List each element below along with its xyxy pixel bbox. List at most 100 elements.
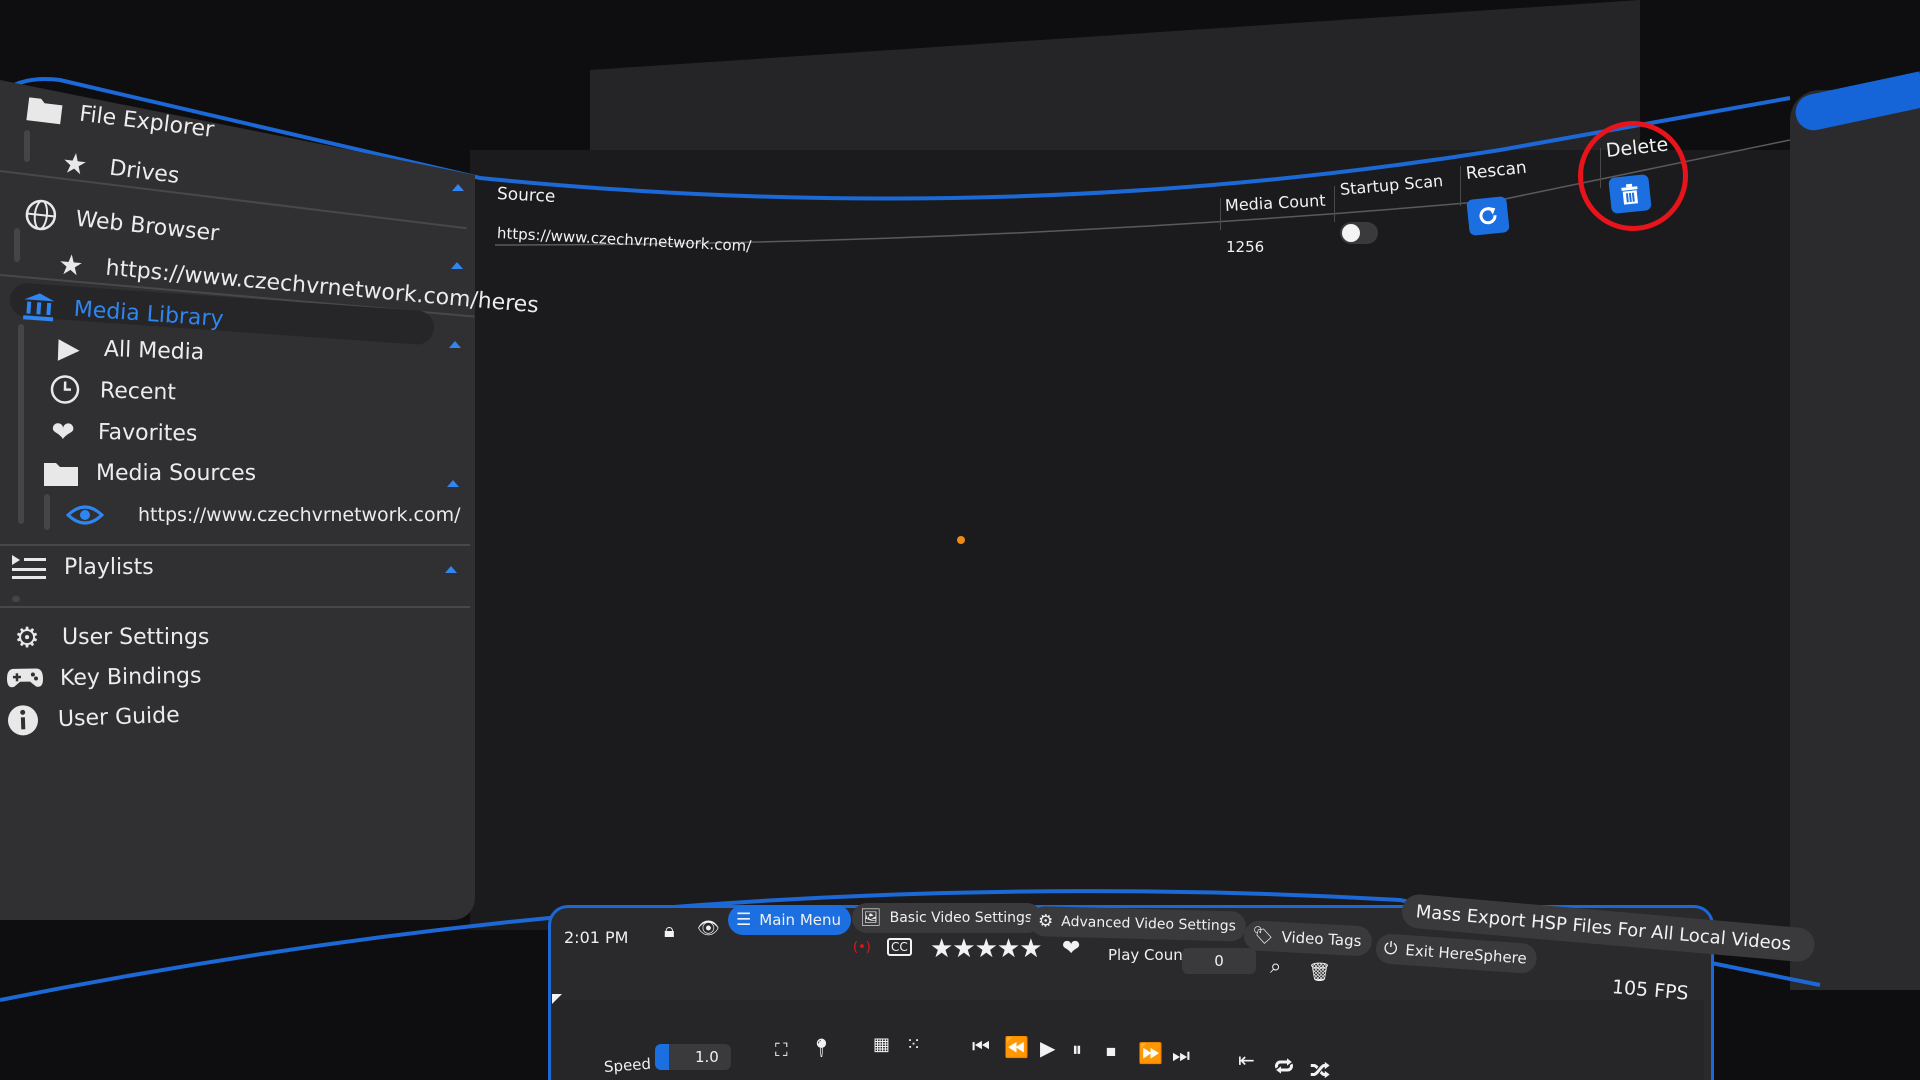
image-icon: 🖼︎: [860, 908, 882, 928]
sidebar-item-favorites[interactable]: ❤ Favorites: [44, 414, 198, 449]
tag-icon: 🏷︎: [1251, 925, 1275, 947]
tree-line: [24, 130, 30, 162]
play-count-label: Play Count: [1108, 946, 1189, 964]
sidebar-item-label: User Guide: [57, 702, 181, 732]
play-icon: ▶: [57, 330, 81, 365]
tab-label: Video Tags: [1281, 927, 1362, 951]
divider: [0, 544, 470, 546]
sidebar-item-label: Key Bindings: [59, 663, 202, 691]
tab-main-menu[interactable]: ☰ Main Menu: [728, 905, 852, 935]
startup-scan-toggle[interactable]: [1340, 222, 1378, 244]
tab-label: Basic Video Settings: [889, 910, 1033, 926]
collapse-caret-icon[interactable]: [449, 341, 461, 348]
recenter-icon[interactable]: ⛶: [775, 1040, 788, 1061]
repeat-icon[interactable]: 🔁︎: [1274, 1052, 1294, 1080]
toggle-knob: [1342, 224, 1360, 242]
location-pin-icon[interactable]: 📍︎: [810, 1038, 833, 1059]
closed-captions-icon[interactable]: CC: [887, 938, 912, 956]
dots-grid-icon[interactable]: ⁙: [906, 1034, 921, 1055]
collapse-caret-icon[interactable]: [445, 566, 457, 573]
rescan-button[interactable]: [1466, 196, 1510, 236]
library-icon: [19, 290, 59, 323]
clock: 2:01 PM: [564, 928, 629, 947]
star-icon: ★: [60, 145, 90, 182]
info-icon: [3, 705, 42, 736]
ab-loop-icon[interactable]: ⇤: [1238, 1048, 1255, 1072]
eye-icon: [66, 500, 104, 530]
shuffle-icon[interactable]: 🔀︎: [1310, 1056, 1330, 1080]
menu-icon: ☰: [736, 910, 752, 930]
gear-icon: ⚙: [1037, 911, 1054, 932]
timeline-start-marker: [552, 994, 562, 1004]
heart-icon: ❤: [50, 414, 76, 449]
play-count-field[interactable]: 0: [1182, 948, 1256, 974]
column-separator: [1334, 186, 1335, 222]
tab-basic-video-settings[interactable]: 🖼︎ Basic Video Settings: [852, 903, 1043, 933]
sidebar-item-label: Favorites: [97, 419, 198, 447]
gaze-cursor: [957, 536, 965, 544]
fast-forward-icon[interactable]: ⏩: [1138, 1041, 1163, 1065]
column-header-source[interactable]: Source: [496, 184, 555, 207]
highlight-circle: [1578, 121, 1688, 231]
sidebar-item-label: Drives: [108, 155, 181, 189]
sidebar-item-source-url[interactable]: https://www.czechvrnetwork.com/: [66, 500, 461, 530]
media-sources-panel: [470, 150, 1790, 930]
gear-icon: ⚙: [14, 620, 40, 654]
sidebar-item-user-settings[interactable]: ⚙ User Settings: [8, 620, 210, 654]
collapse-caret-icon[interactable]: [452, 184, 464, 191]
playlist-icon: [10, 552, 48, 582]
tree-line: [12, 596, 20, 602]
tab-label: Main Menu: [759, 911, 842, 929]
speed-field[interactable]: 1.0: [655, 1044, 731, 1070]
sidebar-item-label: User Settings: [62, 624, 210, 650]
column-separator: [1460, 166, 1461, 206]
tree-line: [14, 228, 20, 262]
play-icon[interactable]: ▶: [1040, 1036, 1055, 1060]
sidebar-item-all-media[interactable]: ▶ All Media: [49, 330, 205, 367]
trash-icon[interactable]: 🗑︎: [1308, 962, 1331, 983]
vr-scene: File Explorer ★ Drives Web Browser ★ htt…: [0, 0, 1920, 1080]
power-icon: ⏻: [1383, 938, 1399, 960]
folder-icon: [42, 458, 80, 488]
grid-icon[interactable]: ▦: [873, 1034, 890, 1055]
sidebar-item-label: Recent: [99, 377, 177, 405]
rewind-icon[interactable]: ⏪: [1004, 1035, 1029, 1059]
lock-icon[interactable]: 🔒︎: [664, 918, 675, 942]
sidebar-item-label: All Media: [103, 336, 205, 365]
folder-icon: [24, 92, 65, 126]
collapse-caret-icon[interactable]: [451, 262, 463, 269]
sidebar-item-user-guide[interactable]: User Guide: [3, 700, 180, 736]
sidebar-item-media-sources[interactable]: Media Sources: [42, 458, 256, 488]
tree-line: [18, 324, 24, 524]
column-separator: [1220, 198, 1221, 230]
eye-icon[interactable]: 👁︎: [697, 918, 720, 939]
star-icon: ★: [56, 247, 85, 283]
tab-label: Advanced Video Settings: [1061, 913, 1237, 935]
sidebar-item-label: Playlists: [64, 554, 154, 580]
table-cell-media-count: 1256: [1226, 238, 1265, 256]
gamepad-icon: [6, 663, 45, 694]
speed-label: Speed: [603, 1054, 652, 1076]
tab-label: Exit HereSphere: [1404, 941, 1528, 968]
refresh-icon: [1479, 206, 1497, 225]
collapse-caret-icon[interactable]: [447, 480, 459, 487]
divider: [0, 606, 470, 608]
sidebar-item-playlists[interactable]: Playlists: [10, 552, 154, 582]
broadcast-icon[interactable]: (•): [853, 940, 871, 955]
skip-previous-icon[interactable]: ⏮: [972, 1034, 990, 1058]
right-side-panel: [1790, 71, 1920, 990]
rating-stars[interactable]: ★★★★★: [930, 934, 1043, 964]
right-panel-tab[interactable]: [1792, 71, 1920, 134]
clock-icon: [46, 374, 85, 405]
stop-icon[interactable]: ⏹: [1106, 1039, 1116, 1063]
skip-next-icon[interactable]: ⏭: [1172, 1043, 1190, 1067]
globe-icon: [20, 198, 61, 232]
pause-icon[interactable]: ⏸: [1072, 1037, 1082, 1061]
sidebar-item-key-bindings[interactable]: Key Bindings: [6, 661, 202, 694]
search-icon[interactable]: ⌕: [1270, 954, 1281, 978]
heart-icon[interactable]: ❤: [1062, 936, 1080, 961]
sidebar-item-label: Media Sources: [96, 460, 257, 486]
sidebar-item-label: https://www.czechvrnetwork.com/: [138, 504, 461, 526]
sidebar-item-recent[interactable]: Recent: [46, 374, 177, 407]
tree-line: [44, 494, 50, 530]
